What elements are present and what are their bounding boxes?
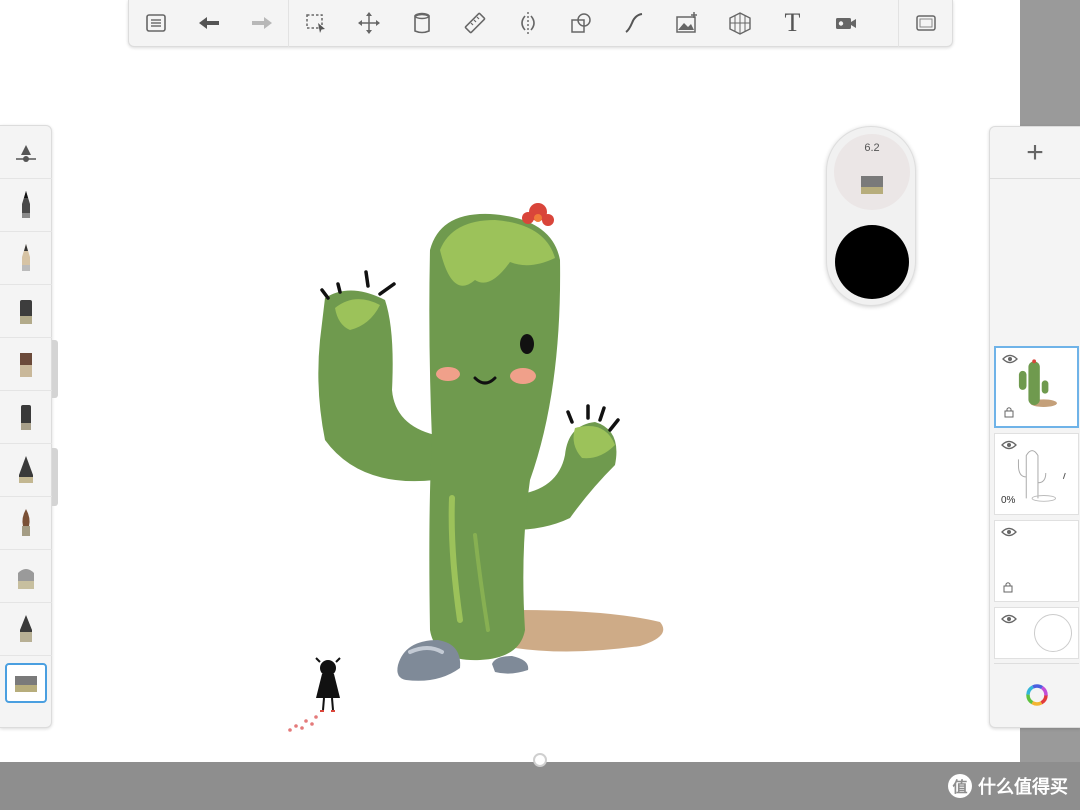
fullscreen-button[interactable]	[899, 0, 952, 47]
watermark-text: 什么值得买	[978, 777, 1068, 797]
record-icon	[835, 18, 856, 29]
menu-button[interactable]	[129, 0, 182, 47]
footprints	[288, 715, 318, 732]
watercolor-icon	[22, 509, 30, 536]
ink-pen-icon	[21, 405, 31, 430]
add-layer-button[interactable]: +	[990, 127, 1080, 179]
brush-puck[interactable]: 6.2	[826, 126, 916, 306]
brush-eraser[interactable]	[0, 550, 52, 603]
current-brush-icon	[861, 176, 883, 194]
layer-background[interactable]	[994, 607, 1079, 659]
brush-ink[interactable]	[0, 391, 52, 444]
brush-airbrush[interactable]	[0, 444, 52, 497]
fill-bucket-icon	[413, 12, 430, 34]
symmetry-button[interactable]	[501, 0, 554, 47]
cactus-flower	[522, 203, 554, 226]
brush-settings-button[interactable]	[0, 126, 52, 179]
bottom-bar	[0, 762, 1080, 810]
watermark-badge: 值	[948, 774, 972, 798]
color-wheel-icon	[1025, 683, 1048, 706]
brush-marker[interactable]	[0, 285, 52, 338]
cactus-eye	[520, 334, 534, 354]
ground-shadow	[515, 610, 664, 652]
text-icon: T	[784, 8, 801, 37]
menu-icon	[145, 14, 166, 32]
little-figure	[315, 657, 341, 712]
ruler-icon	[464, 12, 485, 34]
background-color-swatch[interactable]	[1034, 614, 1072, 652]
layers-panel: + 0%	[989, 126, 1080, 728]
palette-handle[interactable]	[52, 448, 58, 506]
shapes-icon	[570, 13, 591, 33]
transform-icon	[357, 12, 380, 34]
pencil-icon	[22, 191, 30, 218]
eye-icon[interactable]	[1001, 614, 1017, 624]
brush-size-control[interactable]: 6.2	[834, 134, 910, 210]
brush-hard-eraser[interactable]	[0, 656, 52, 709]
brush-pencil[interactable]	[0, 179, 52, 232]
fullscreen-icon	[915, 15, 936, 31]
cactus-cheek	[510, 368, 536, 384]
brush-watercolor[interactable]	[0, 497, 52, 550]
layer-opacity-label: 0%	[1001, 495, 1016, 506]
soft-pencil-icon	[22, 244, 30, 271]
layer-empty[interactable]	[994, 520, 1079, 602]
color-picker-button[interactable]	[994, 663, 1079, 725]
perspective-button[interactable]	[713, 0, 766, 47]
brush-paint[interactable]	[0, 338, 52, 391]
ruler-button[interactable]	[448, 0, 501, 47]
layer-sketch[interactable]: 0%	[994, 433, 1079, 515]
marker-icon	[20, 300, 32, 324]
selection-button[interactable]	[289, 0, 342, 47]
symmetry-icon	[520, 12, 535, 34]
redo-button[interactable]	[235, 0, 288, 47]
lock-icon[interactable]	[1003, 406, 1015, 418]
add-image-icon	[675, 12, 697, 33]
page-indicator[interactable]	[533, 753, 547, 767]
current-color-swatch[interactable]	[835, 225, 909, 299]
add-image-button[interactable]	[660, 0, 713, 47]
eraser-icon	[18, 569, 34, 589]
top-toolbar: T	[128, 0, 953, 47]
lock-icon[interactable]	[1002, 581, 1014, 593]
layer-cactus[interactable]	[994, 346, 1079, 428]
drawing-canvas[interactable]	[190, 190, 690, 740]
brush-soft-pencil[interactable]	[0, 232, 52, 285]
record-button[interactable]	[819, 0, 872, 47]
selected-brush-highlight	[5, 662, 47, 703]
brush-size-value: 6.2	[864, 142, 880, 154]
cactus-left-arm	[318, 290, 435, 482]
redo-icon	[251, 17, 272, 29]
brush-palette	[0, 125, 52, 728]
cactus-cheek	[436, 367, 460, 381]
transform-button[interactable]	[342, 0, 395, 47]
watermark: 值 什么值得买	[948, 773, 1068, 799]
selection-icon	[305, 14, 325, 33]
brush-smudge[interactable]	[0, 603, 52, 656]
paint-brush-icon	[20, 353, 32, 377]
curve-icon	[624, 13, 642, 33]
rock-small	[492, 656, 529, 674]
text-button[interactable]: T	[766, 0, 819, 47]
undo-button[interactable]	[182, 0, 235, 47]
brush-settings-icon	[16, 145, 36, 162]
curve-button[interactable]	[607, 0, 660, 47]
smudge-icon	[20, 615, 32, 642]
hard-eraser-icon	[15, 675, 37, 692]
perspective-grid-icon	[728, 12, 751, 35]
cactus-trunk	[429, 213, 561, 661]
palette-handle[interactable]	[52, 340, 58, 398]
shapes-button[interactable]	[554, 0, 607, 47]
eye-icon[interactable]	[1001, 527, 1017, 537]
fill-button[interactable]	[395, 0, 448, 47]
undo-icon	[198, 17, 219, 29]
airbrush-icon	[19, 456, 33, 483]
